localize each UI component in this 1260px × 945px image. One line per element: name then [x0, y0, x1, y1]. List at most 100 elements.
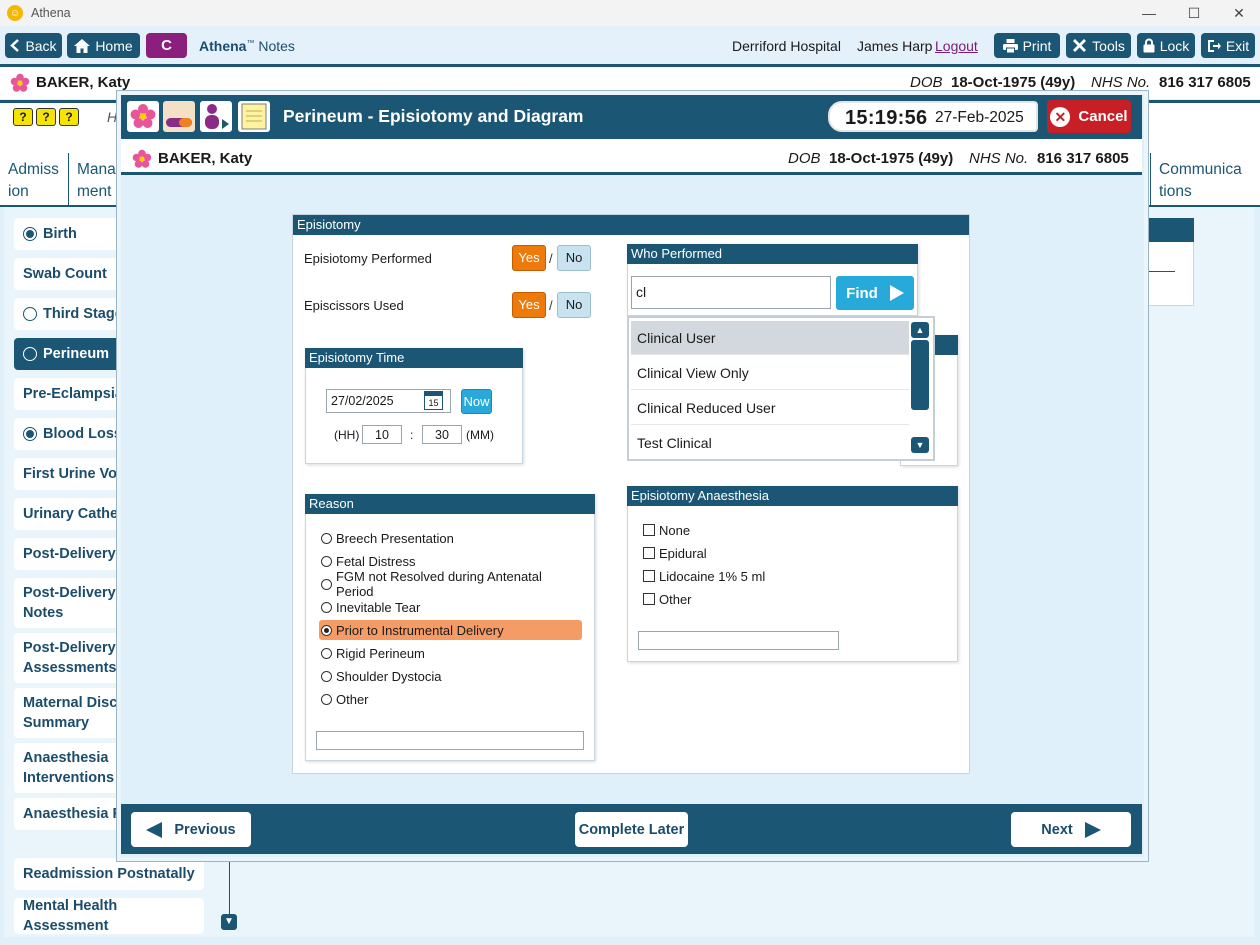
minimize-button[interactable]: —	[1126, 0, 1172, 26]
help-icon-1[interactable]: ?	[13, 108, 33, 126]
radio-button[interactable]	[321, 532, 332, 544]
background-right-panel-header	[1143, 218, 1194, 242]
window-title: Athena	[31, 6, 71, 20]
radio-button[interactable]	[321, 624, 332, 636]
maximize-button[interactable]: ☐	[1171, 0, 1217, 26]
hour-input[interactable]: 10	[362, 425, 402, 444]
app-name-suffix: Notes	[258, 38, 295, 54]
sidebar-scroll-down-icon[interactable]: ▼	[221, 914, 237, 930]
dropdown-option[interactable]: Clinical View Only	[631, 356, 909, 390]
exit-icon	[1207, 39, 1221, 52]
episiotomy-performed-yes-button[interactable]: Yes	[512, 245, 546, 271]
back-button[interactable]: Back	[5, 33, 62, 58]
notepad-icon[interactable]	[238, 101, 270, 132]
reason-option[interactable]: Rigid Perineum	[319, 643, 582, 663]
pill-icon[interactable]	[163, 101, 195, 132]
logout-link[interactable]: Logout	[935, 38, 978, 54]
previous-button[interactable]: Previous	[131, 812, 251, 847]
radio-button[interactable]	[321, 578, 332, 590]
reason-option[interactable]: Breech Presentation	[319, 528, 582, 548]
background-dob-label: DOB	[910, 74, 943, 91]
status-radio-icon	[23, 427, 37, 441]
radio-button[interactable]	[321, 647, 332, 659]
print-button[interactable]: Print	[994, 33, 1060, 58]
help-icon-3[interactable]: ?	[59, 108, 79, 126]
tools-button[interactable]: Tools	[1066, 33, 1131, 58]
sidebar-item-label: Anaesthesia Interventions	[23, 750, 115, 786]
sidebar-item[interactable]: Mental Health Assessment	[14, 898, 204, 934]
now-button[interactable]: Now	[461, 389, 492, 414]
complete-later-button[interactable]: Complete Later	[575, 812, 688, 847]
tools-icon	[1073, 39, 1087, 52]
tab-communications[interactable]: Communica tions	[1150, 153, 1260, 207]
reason-other-input[interactable]	[316, 731, 584, 750]
close-window-button[interactable]: ✕	[1216, 0, 1260, 26]
patient-flower-icon	[132, 149, 152, 168]
radio-button[interactable]	[321, 693, 332, 705]
lock-label: Lock	[1159, 37, 1190, 54]
find-button[interactable]: Find	[836, 276, 914, 310]
sidebar-item-label: Swab Count	[23, 266, 107, 282]
slash-separator: /	[549, 298, 553, 313]
dropdown-scroll-thumb[interactable]	[911, 340, 929, 410]
anaesthesia-option[interactable]: Epidural	[643, 543, 707, 563]
reason-option-label: Rigid Perineum	[336, 645, 425, 661]
tab-admission[interactable]: Admiss ion	[0, 153, 69, 207]
reason-option[interactable]: Shoulder Dystocia	[319, 666, 582, 686]
play-arrow-icon	[889, 285, 904, 301]
exit-button[interactable]: Exit	[1201, 33, 1255, 58]
chevron-up-icon[interactable]: ▲	[911, 322, 929, 338]
reason-option[interactable]: Prior to Instrumental Delivery	[319, 620, 582, 640]
sidebar-item-label: Urinary Cathe	[23, 506, 119, 522]
chevron-down-icon[interactable]: ▼	[911, 437, 929, 453]
dropdown-option[interactable]: Clinical Reduced User	[631, 391, 909, 425]
app-name-tm: ™	[246, 38, 255, 48]
lock-icon	[1143, 38, 1155, 53]
lock-button[interactable]: Lock	[1137, 33, 1195, 58]
episcissors-yes-button[interactable]: Yes	[512, 292, 546, 318]
reason-option[interactable]: Fetal Distress	[319, 551, 582, 571]
flower-tool-icon[interactable]	[127, 101, 159, 132]
who-performed-search-input[interactable]: cl	[631, 276, 831, 309]
sidebar-item-label: Readmission Postnatally	[23, 866, 195, 882]
episiotomy-performed-no-button[interactable]: No	[557, 245, 591, 271]
print-label: Print	[1022, 37, 1052, 54]
reason-option[interactable]: Other	[319, 689, 582, 709]
sidebar-item-label: First Urine Voi	[23, 466, 122, 482]
checkbox[interactable]	[643, 570, 655, 582]
sidebar-item-label: Perineum	[43, 346, 110, 362]
next-label: Next	[1041, 821, 1073, 838]
arrow-right-icon	[1084, 821, 1101, 838]
sidebar-item-label: Post-Delivery Assessments	[23, 640, 117, 676]
c-button[interactable]: C	[146, 33, 187, 58]
cancel-button[interactable]: ✕ Cancel	[1047, 100, 1131, 133]
person-arrow-icon[interactable]	[200, 101, 232, 132]
anaesthesia-other-input[interactable]	[638, 631, 839, 650]
help-icon-2[interactable]: ?	[36, 108, 56, 126]
anaesthesia-option[interactable]: Lidocaine 1% 5 ml	[643, 566, 765, 586]
checkbox[interactable]	[643, 547, 655, 559]
dropdown-option[interactable]: Clinical User	[631, 321, 909, 355]
checkbox[interactable]	[643, 593, 655, 605]
radio-button[interactable]	[321, 601, 332, 613]
anaesthesia-option[interactable]: None	[643, 520, 690, 540]
sidebar-item[interactable]: Readmission Postnatally	[14, 858, 204, 890]
background-nhs-label: NHS No.	[1091, 74, 1151, 91]
status-radio-icon	[23, 227, 37, 241]
home-button[interactable]: Home	[67, 33, 140, 58]
episiotomy-time-title: Episiotomy Time	[305, 348, 523, 368]
app-name: Athena™ Notes	[199, 38, 295, 54]
radio-button[interactable]	[321, 555, 332, 567]
reason-option[interactable]: FGM not Resolved during Antenatal Period	[319, 569, 582, 599]
next-button[interactable]: Next	[1011, 812, 1131, 847]
checkbox[interactable]	[643, 524, 655, 536]
reason-option[interactable]: Inevitable Tear	[319, 597, 582, 617]
tab-management[interactable]: Mana ment	[69, 153, 119, 207]
episcissors-no-button[interactable]: No	[557, 292, 591, 318]
calendar-icon[interactable]: 15	[424, 391, 443, 410]
radio-button[interactable]	[321, 670, 332, 682]
minute-input[interactable]: 30	[422, 425, 462, 444]
anaesthesia-option[interactable]: Other	[643, 589, 692, 609]
dropdown-option[interactable]: Test Clinical	[631, 426, 909, 458]
anaesthesia-option-label: Epidural	[659, 545, 707, 561]
